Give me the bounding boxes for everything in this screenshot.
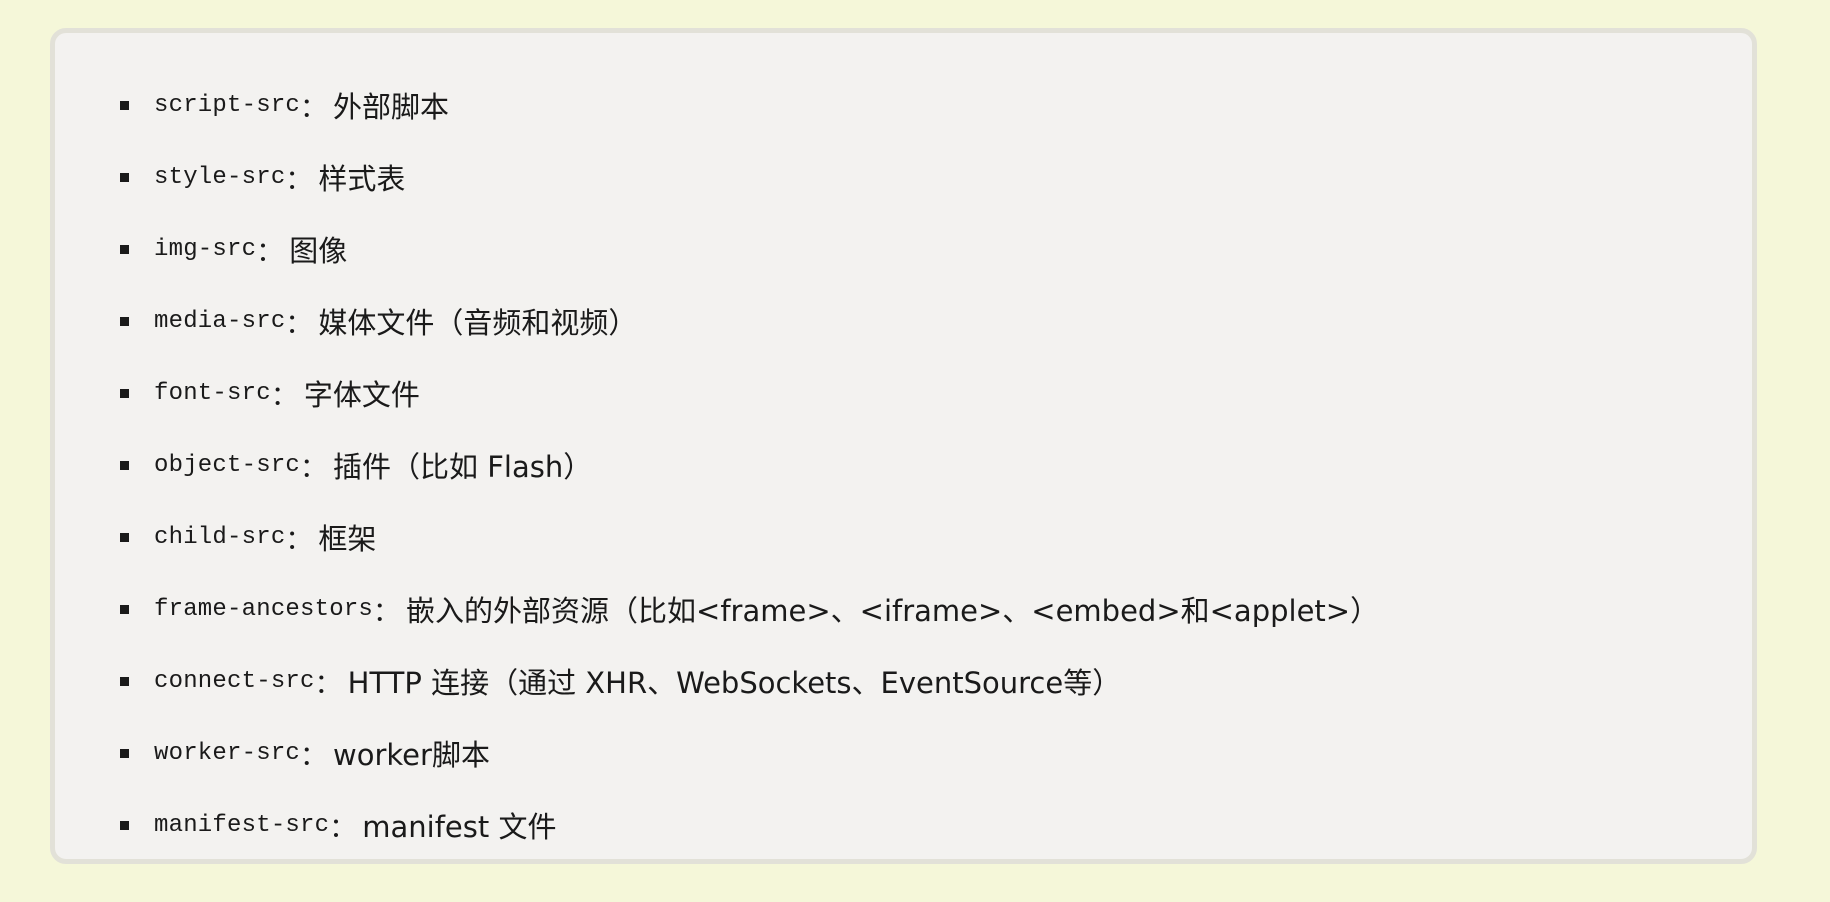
directive-description: manifest 文件 bbox=[362, 810, 557, 844]
list-item: connect-src ： HTTP 连接（通过 XHR、WebSockets、… bbox=[120, 645, 1712, 717]
square-bullet-icon bbox=[120, 389, 129, 398]
square-bullet-icon bbox=[120, 749, 129, 758]
separator: ： bbox=[300, 92, 328, 124]
square-bullet-icon bbox=[120, 317, 129, 326]
square-bullet-icon bbox=[120, 101, 129, 110]
list-item: worker-src ： worker脚本 bbox=[120, 717, 1712, 789]
directive-description: 外部脚本 bbox=[333, 90, 450, 124]
directive-name: child-src bbox=[154, 523, 286, 551]
content-card: script-src ： 外部脚本 style-src ： 样式表 img-sr… bbox=[50, 28, 1757, 864]
square-bullet-icon bbox=[120, 533, 129, 542]
list-item: frame-ancestors ： 嵌入的外部资源（比如<frame>、<ifr… bbox=[120, 573, 1712, 645]
directive-description: worker脚本 bbox=[333, 738, 490, 772]
list-item: child-src ： 框架 bbox=[120, 501, 1712, 573]
list-item: style-src ： 样式表 bbox=[120, 141, 1712, 213]
list-item: object-src ： 插件（比如 Flash） bbox=[120, 429, 1712, 501]
separator: ： bbox=[285, 524, 313, 556]
separator: ： bbox=[314, 668, 342, 700]
directive-name: connect-src bbox=[154, 667, 315, 695]
square-bullet-icon bbox=[120, 821, 129, 830]
directive-name: img-src bbox=[154, 235, 257, 263]
separator: ： bbox=[270, 380, 298, 412]
directive-name: manifest-src bbox=[154, 811, 330, 839]
directive-name: font-src bbox=[154, 379, 271, 407]
directive-description: HTTP 连接（通过 XHR、WebSockets、EventSource等） bbox=[347, 666, 1122, 700]
square-bullet-icon bbox=[120, 677, 129, 686]
directive-name: worker-src bbox=[154, 739, 301, 767]
list-item: script-src ： 外部脚本 bbox=[120, 69, 1712, 141]
directive-list: script-src ： 外部脚本 style-src ： 样式表 img-sr… bbox=[120, 69, 1712, 861]
directive-description: 框架 bbox=[318, 522, 377, 556]
directive-name: frame-ancestors bbox=[154, 595, 374, 623]
list-item: font-src ： 字体文件 bbox=[120, 357, 1712, 429]
square-bullet-icon bbox=[120, 173, 129, 182]
directive-description: 字体文件 bbox=[303, 378, 420, 412]
separator: ： bbox=[300, 452, 328, 484]
directive-description: 插件（比如 Flash） bbox=[333, 450, 593, 484]
directive-name: script-src bbox=[154, 91, 301, 119]
directive-description: 样式表 bbox=[318, 162, 406, 196]
list-item: img-src ： 图像 bbox=[120, 213, 1712, 285]
separator: ： bbox=[300, 740, 328, 772]
list-item: manifest-src ： manifest 文件 bbox=[120, 789, 1712, 861]
square-bullet-icon bbox=[120, 461, 129, 470]
directive-name: media-src bbox=[154, 307, 286, 335]
square-bullet-icon bbox=[120, 605, 129, 614]
square-bullet-icon bbox=[120, 245, 129, 254]
directive-name: style-src bbox=[154, 163, 286, 191]
separator: ： bbox=[329, 812, 357, 844]
separator: ： bbox=[256, 236, 284, 268]
directive-name: object-src bbox=[154, 451, 301, 479]
directive-description: 媒体文件（音频和视频） bbox=[318, 306, 638, 340]
directive-description: 图像 bbox=[289, 234, 348, 268]
list-item: media-src ： 媒体文件（音频和视频） bbox=[120, 285, 1712, 357]
separator: ： bbox=[285, 164, 313, 196]
page: script-src ： 外部脚本 style-src ： 样式表 img-sr… bbox=[0, 0, 1830, 902]
separator: ： bbox=[285, 308, 313, 340]
directive-description: 嵌入的外部资源（比如<frame>、<iframe>、<embed>和<appl… bbox=[406, 594, 1380, 628]
separator: ： bbox=[373, 596, 401, 628]
